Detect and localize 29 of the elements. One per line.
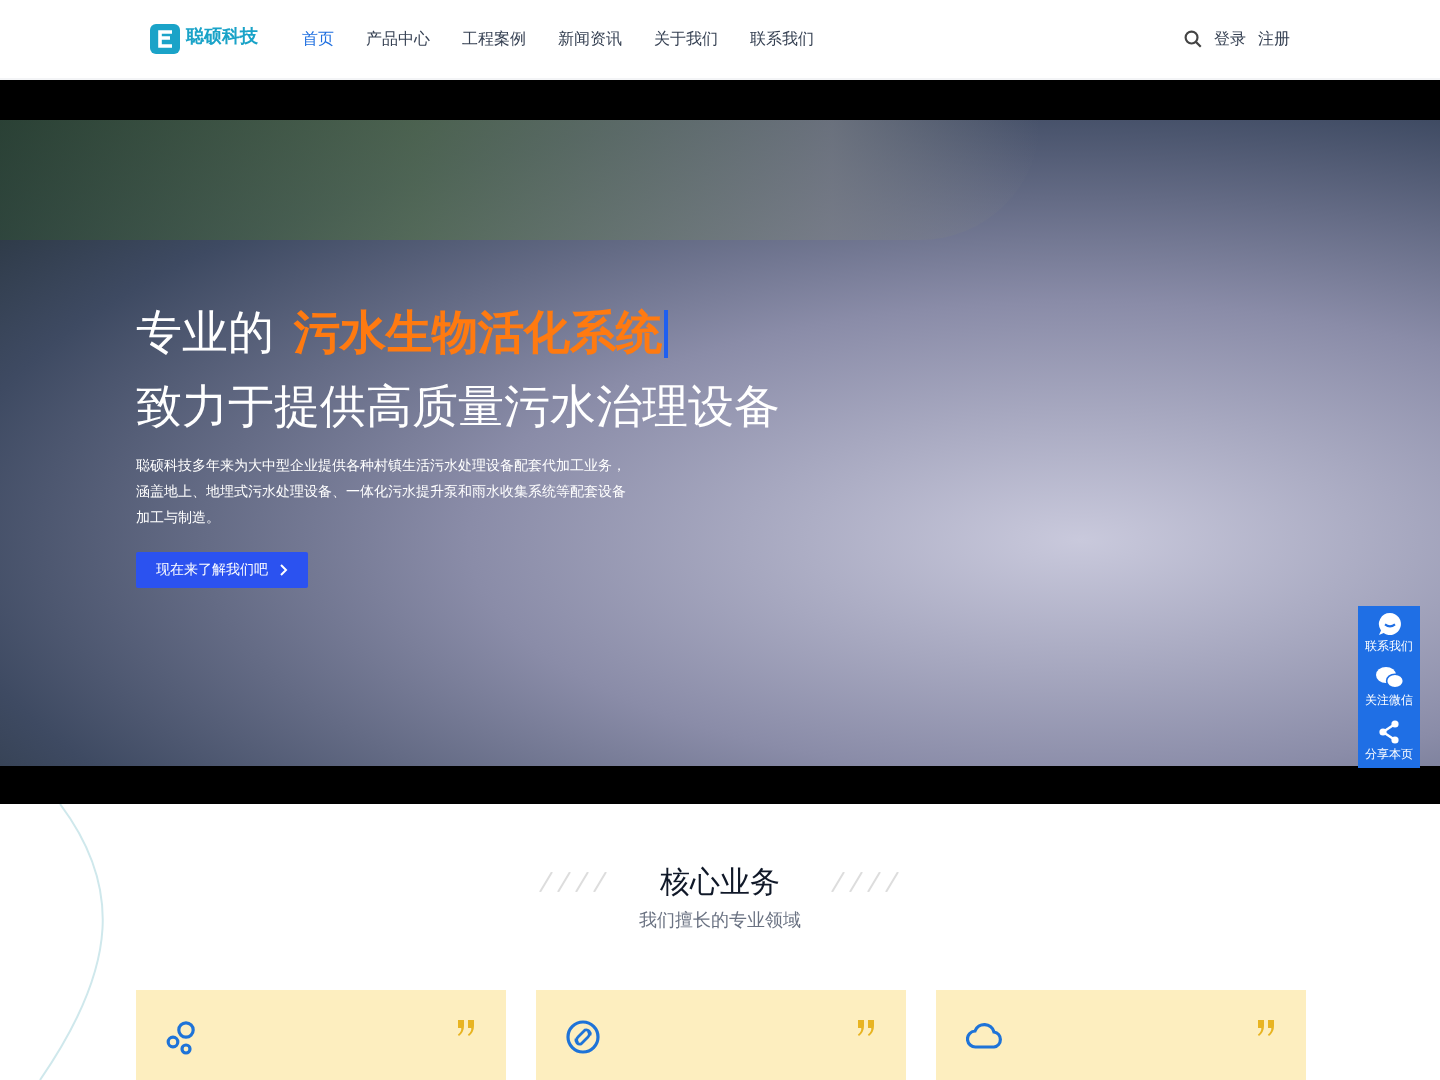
slash-decoration [828,872,904,893]
logo-text: 聪硕科技 [186,30,258,48]
chevron-right-icon [280,564,288,576]
quote-icon [1256,1020,1276,1036]
hero-subtitle: 致力于提供高质量污水治理设备 [136,380,782,438]
slash-decoration [536,872,612,893]
quote-icon [856,1020,876,1036]
bubbles-icon [166,1020,198,1056]
hero-title-highlight: 污水生物活化系统 [294,306,662,364]
hero-title: 专业的 [136,306,274,364]
nav-link[interactable]: 产品中心 [366,27,430,51]
register-link[interactable]: 注册 [1258,27,1290,51]
nav-link[interactable]: 首页 [302,27,334,51]
cloud-icon [966,1020,1004,1050]
nav-link[interactable]: 联系我们 [750,27,814,51]
logo-icon [150,24,180,54]
search-icon[interactable] [1184,30,1202,48]
text-cursor [664,310,668,358]
nav-link[interactable]: 新闻资讯 [558,27,622,51]
link-icon [566,1020,600,1054]
nav-link[interactable]: 关于我们 [654,27,718,51]
section-subtitle: 我们擅长的专业领域 [639,909,801,935]
nav-link[interactable]: 工程案例 [462,27,526,51]
section-title: 核心业务 [660,862,780,904]
wechat-icon[interactable] [1375,666,1403,690]
login-link[interactable]: 登录 [1214,27,1246,51]
chat-icon[interactable] [1377,612,1401,636]
quote-icon [456,1020,476,1036]
share-icon[interactable] [1378,720,1400,744]
